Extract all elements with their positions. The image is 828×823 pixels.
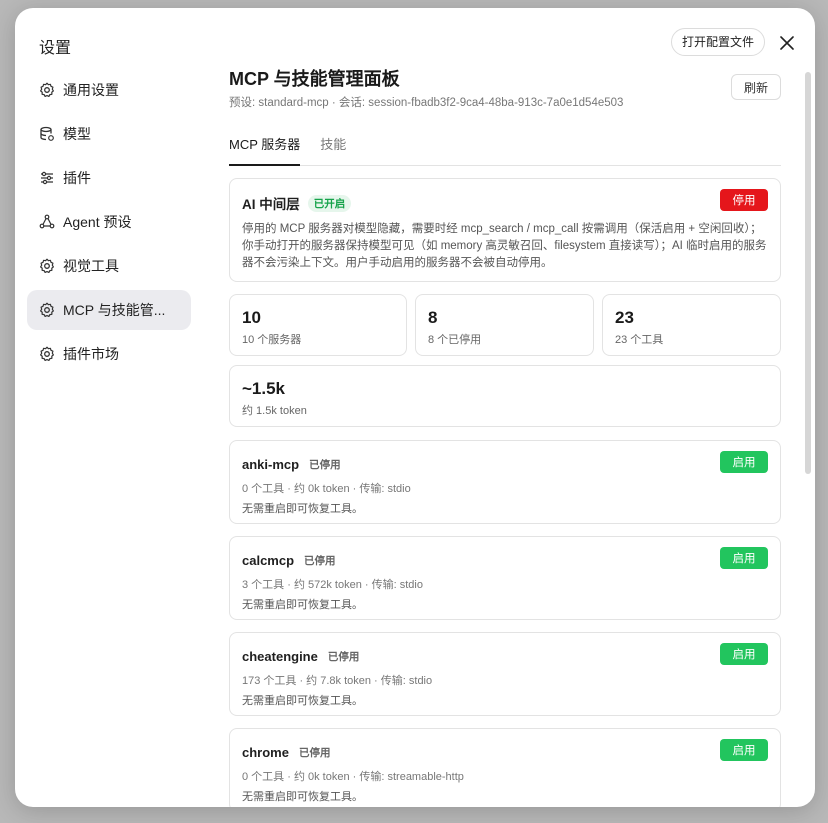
enable-button[interactable]: 启用: [720, 739, 768, 761]
server-name: chrome: [242, 745, 289, 760]
server-meta: 0 个工具 · 约 0k token · 传输: stdio: [242, 483, 411, 495]
server-name: cheatengine: [242, 649, 318, 664]
sidebar-item-plugin-market[interactable]: 插件市场: [27, 334, 191, 374]
status-badge: 已停用: [304, 555, 336, 567]
disable-middleware-button[interactable]: 停用: [720, 189, 768, 211]
server-name: anki-mcp: [242, 457, 300, 472]
sidebar: 通用设置 模型 插件 Agent 预设 视觉工具 MCP 与技能管... 插件市…: [27, 70, 191, 378]
sidebar-item-label: 插件: [63, 170, 91, 186]
sidebar-item-label: 通用设置: [63, 82, 119, 98]
session-subtitle: 预设: standard-mcp · 会话: session-fbadb3f2-…: [229, 97, 624, 109]
mcp-panel: MCP 与技能管理面板 预设: standard-mcp · 会话: sessi…: [229, 66, 781, 807]
ai-middleware-card: AI 中间层 已开启 停用 停用的 MCP 服务器对模型隐藏，需要时经 mcp_…: [229, 178, 781, 282]
server-note: 无需重启即可恢复工具。: [242, 695, 363, 707]
gear-icon: [40, 302, 54, 317]
agent-icon: [39, 214, 55, 229]
open-config-button[interactable]: 打开配置文件: [671, 28, 766, 56]
gear-icon: [40, 82, 54, 97]
tab-skills[interactable]: 技能: [320, 136, 346, 166]
close-icon[interactable]: [776, 32, 798, 54]
status-badge: 已停用: [327, 651, 360, 663]
sidebar-item-models[interactable]: 模型: [27, 114, 191, 154]
page-title: MCP 与技能管理面板: [229, 69, 400, 89]
stat-value: 10: [242, 308, 261, 327]
enable-button[interactable]: 启用: [720, 643, 768, 665]
stat-label: 10 个服务器: [242, 334, 302, 346]
stat-disabled: 8 8 个已停用: [415, 294, 594, 356]
stat-label: 约 1.5k token: [242, 405, 307, 417]
server-meta: 3 个工具 · 约 572k token · 传输: stdio: [242, 579, 423, 591]
status-badge: 已停用: [309, 459, 341, 471]
stat-label: 8 个已停用: [428, 334, 482, 346]
scrollbar-thumb[interactable]: [805, 72, 811, 474]
stat-value: 8: [428, 308, 438, 327]
server-meta: 0 个工具 · 约 0k token · 传输: streamable-http: [242, 771, 464, 783]
server-card: anki-mcp 已停用 启用 0 个工具 · 约 0k token · 传输:…: [229, 440, 781, 524]
sidebar-item-label: 插件市场: [63, 346, 119, 362]
enable-button[interactable]: 启用: [720, 547, 768, 569]
sidebar-item-plugins[interactable]: 插件: [27, 158, 191, 198]
stat-value: 23: [615, 308, 634, 327]
settings-dialog: 设置 打开配置文件 通用设置 模型 插件 Agent 预设 视觉工具 MCP 与…: [15, 8, 815, 807]
scrollbar[interactable]: [805, 72, 811, 807]
enable-button[interactable]: 启用: [720, 451, 768, 473]
dialog-title: 设置: [39, 40, 72, 57]
sidebar-item-label: Agent 预设: [63, 214, 132, 230]
sidebar-item-mcp-skills[interactable]: MCP 与技能管...: [27, 290, 191, 330]
stat-servers: 10 10 个服务器: [229, 294, 407, 356]
server-card: calcmcp 已停用 启用 3 个工具 · 约 572k token · 传输…: [229, 536, 781, 620]
stat-tools: 23 23 个工具: [602, 294, 781, 356]
stat-value: ~1.5k: [242, 379, 286, 398]
sidebar-item-label: 视觉工具: [63, 258, 119, 274]
status-badge: 已开启: [307, 194, 352, 212]
tab-bar: MCP 服务器 技能: [229, 136, 781, 166]
refresh-button[interactable]: 刷新: [731, 74, 781, 100]
server-note: 无需重启即可恢复工具。: [242, 791, 363, 803]
server-card: cheatengine 已停用 启用 173 个工具 · 约 7.8k toke…: [229, 632, 781, 716]
sidebar-item-agent-presets[interactable]: Agent 预设: [27, 202, 191, 242]
sidebar-item-vision-tools[interactable]: 视觉工具: [27, 246, 191, 286]
server-note: 无需重启即可恢复工具。: [242, 503, 363, 515]
tab-mcp-servers[interactable]: MCP 服务器: [229, 136, 301, 166]
stat-tokens: ~1.5k 约 1.5k token: [229, 365, 781, 427]
sidebar-item-label: MCP 与技能管...: [63, 302, 166, 318]
sidebar-item-label: 模型: [63, 126, 91, 142]
gear-icon: [40, 258, 54, 273]
sliders-icon: [41, 171, 53, 185]
database-icon: [40, 126, 54, 141]
middleware-description: 停用的 MCP 服务器对模型隐藏，需要时经 mcp_search / mcp_c…: [242, 223, 767, 269]
server-note: 无需重启即可恢复工具。: [242, 599, 363, 611]
status-badge: 已停用: [298, 747, 331, 759]
sidebar-item-general[interactable]: 通用设置: [27, 70, 191, 110]
server-meta: 173 个工具 · 约 7.8k token · 传输: stdio: [242, 675, 433, 687]
gear-icon: [40, 346, 54, 361]
stat-label: 23 个工具: [615, 334, 664, 346]
server-card: chrome 已停用 启用 0 个工具 · 约 0k token · 传输: s…: [229, 728, 781, 807]
middleware-title: AI 中间层: [242, 197, 300, 212]
server-name: calcmcp: [242, 553, 295, 568]
